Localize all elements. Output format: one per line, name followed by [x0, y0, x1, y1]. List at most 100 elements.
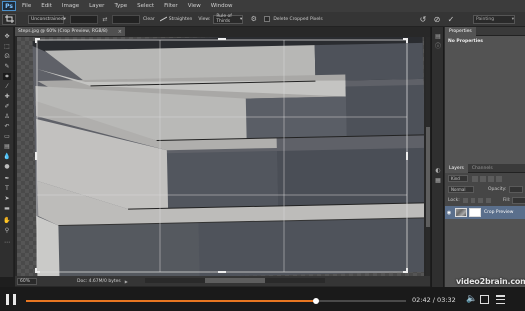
menu-filter[interactable]: Filter [164, 3, 178, 9]
pixel-filter-icon[interactable] [472, 175, 478, 182]
commit-crop-icon[interactable]: ✓ [445, 14, 457, 25]
quick-select-tool-icon[interactable]: ✎ [3, 63, 11, 70]
type-filter-icon[interactable] [488, 175, 494, 182]
document-tab[interactable]: Steps.jpg @ 60% (Crop Preview, RGB/8) × [15, 27, 125, 36]
layer-filter-kind-select[interactable]: Kind [448, 175, 468, 182]
delete-cropped-pixels-checkbox[interactable] [264, 16, 271, 22]
history-brush-tool-icon[interactable]: ↶ [3, 123, 11, 130]
reset-icon[interactable]: ↺ [417, 14, 429, 25]
vertical-scrollbar[interactable] [426, 37, 430, 276]
blend-mode-value: Normal [451, 187, 466, 192]
move-tool-icon[interactable]: ✥ [3, 33, 11, 40]
hand-tool-icon[interactable]: ✋ [3, 217, 11, 224]
fill-field[interactable] [512, 197, 525, 204]
swatches-panel-icon[interactable]: ▦ [434, 177, 442, 184]
color-panel-icon[interactable]: ◐ [434, 167, 442, 174]
fullscreen-icon[interactable] [480, 295, 489, 304]
progress-handle[interactable] [313, 298, 320, 304]
lock-label: Lock: [448, 198, 460, 203]
swap-dimensions-icon[interactable]: ⇄ [101, 15, 109, 24]
rectangle-tool-icon[interactable]: ▬ [3, 205, 11, 212]
info-panel-icon[interactable]: ⓘ [434, 43, 442, 50]
shape-filter-icon[interactable] [496, 175, 502, 182]
adjustment-filter-icon[interactable] [480, 175, 486, 182]
zoom-tool-icon[interactable]: ⚲ [3, 227, 11, 234]
volume-icon[interactable]: 🔈 [466, 294, 477, 304]
history-panel-icon[interactable]: ▤ [434, 33, 442, 40]
vertical-scrollbar-thumb[interactable] [426, 127, 430, 227]
tab-properties[interactable]: Properties [445, 26, 476, 36]
crop-tool-icon[interactable]: ⌗ [3, 73, 11, 80]
eraser-tool-icon[interactable]: ▭ [3, 133, 11, 140]
close-icon[interactable]: × [118, 29, 122, 35]
path-selection-tool-icon[interactable]: ➤ [3, 195, 11, 202]
clear-button[interactable]: Clear [143, 17, 155, 22]
lock-all-icon[interactable] [486, 198, 491, 203]
pause-icon [6, 294, 9, 305]
brush-tool-icon[interactable]: ✐ [3, 103, 11, 110]
menu-type[interactable]: Type [114, 3, 127, 9]
tab-layers[interactable]: Layers [445, 163, 468, 173]
crop-width-input[interactable] [70, 14, 98, 24]
layers-tabbar: Layers Channels [445, 163, 525, 173]
lasso-tool-icon[interactable]: ᘏ [3, 53, 11, 60]
pause-button[interactable] [6, 294, 16, 305]
eyedropper-tool-icon[interactable]: ⁄ [3, 83, 11, 90]
workspace-select[interactable]: Painting ▾ [473, 15, 515, 24]
menu-select[interactable]: Select [137, 3, 154, 9]
marquee-tool-icon[interactable]: ⬚ [3, 43, 11, 50]
zoom-level-field[interactable]: 60% [17, 277, 37, 285]
lock-transparency-icon[interactable] [462, 198, 468, 203]
straighten-icon [159, 16, 167, 22]
menu-window[interactable]: Window [211, 3, 233, 9]
tab-channels[interactable]: Channels [468, 164, 497, 173]
type-tool-icon[interactable]: T [3, 185, 11, 192]
gear-icon[interactable]: ⚙ [249, 15, 258, 24]
cancel-crop-icon[interactable]: ⊘ [431, 14, 443, 25]
canvas[interactable] [17, 37, 424, 276]
options-bar: Unconstrained ▾ ⇄ Clear Straighten View:… [0, 12, 525, 27]
layer-filter-icons [472, 175, 504, 182]
layer-row-crop-preview[interactable]: ◉ Crop Preview [445, 206, 525, 219]
menu-file[interactable]: File [22, 3, 31, 9]
crop-preview-image [17, 37, 424, 276]
blend-mode-select[interactable]: Normal [448, 186, 474, 193]
aspect-ratio-value: Unconstrained [31, 16, 64, 22]
horizontal-scrollbar[interactable] [145, 278, 325, 283]
pen-tool-icon[interactable]: ✒ [3, 175, 11, 182]
lock-pixels-icon[interactable] [470, 198, 476, 203]
overlay-view-select[interactable]: Rule of Thirds ▾ [213, 14, 244, 24]
menu-bar: Ps File Edit Image Layer Type Select Fil… [0, 0, 525, 12]
aspect-ratio-select[interactable]: Unconstrained ▾ [28, 14, 66, 24]
menu-line [496, 298, 505, 301]
properties-tabbar: Properties [445, 26, 525, 36]
properties-panel: No Properties [445, 36, 525, 164]
visibility-eye-icon[interactable]: ◉ [445, 210, 453, 216]
progress-track[interactable] [26, 298, 406, 304]
right-panels: ▤ ⓘ ◐ ▦ Properties No Properties Layers … [431, 26, 525, 299]
crop-height-input[interactable] [112, 14, 140, 24]
gradient-tool-icon[interactable]: ▤ [3, 143, 11, 150]
blur-tool-icon[interactable]: 💧 [3, 153, 11, 160]
horizontal-scrollbar-thumb[interactable] [205, 278, 265, 283]
layer-name: Crop Preview [484, 210, 514, 215]
menu-view[interactable]: View [188, 3, 201, 9]
lock-position-icon[interactable] [478, 198, 484, 203]
layer-filter-row: Kind [445, 173, 525, 184]
opacity-field[interactable] [508, 186, 523, 193]
chevron-down-icon: ▾ [240, 16, 243, 22]
opacity-label: Opacity: [488, 187, 507, 192]
menu-icon[interactable] [496, 295, 505, 304]
clone-stamp-tool-icon[interactable]: ♙ [3, 113, 11, 120]
more-tools-icon[interactable]: ⋯ [3, 239, 11, 246]
dodge-tool-icon[interactable]: ● [3, 163, 11, 170]
view-label: View: [198, 16, 211, 22]
healing-brush-tool-icon[interactable]: ✚ [3, 93, 11, 100]
straighten-button[interactable]: Straighten [159, 16, 192, 22]
layer-thumbnail [455, 208, 467, 217]
crop-tool-preset-button[interactable] [2, 13, 16, 25]
menu-layer[interactable]: Layer [89, 3, 104, 9]
status-menu-arrow-icon[interactable]: ▶ [125, 279, 128, 284]
menu-image[interactable]: Image [62, 3, 79, 9]
menu-edit[interactable]: Edit [41, 3, 52, 9]
